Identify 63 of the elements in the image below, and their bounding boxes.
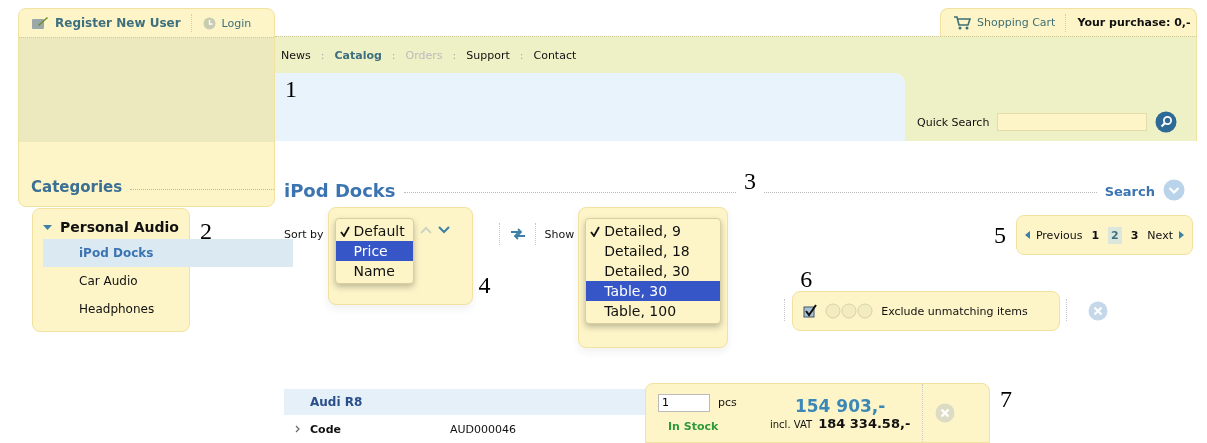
product-name[interactable]: Audi R8 xyxy=(310,395,363,409)
category-item[interactable]: iPod Docks xyxy=(43,239,293,267)
price: 154 903,- xyxy=(794,395,886,416)
annotation-number: 7 xyxy=(1000,387,1012,411)
table-cell-text: Code xyxy=(310,422,342,436)
clock-icon xyxy=(202,16,216,30)
chevron-down-icon[interactable] xyxy=(437,226,450,234)
notepad-pencil-icon xyxy=(31,16,49,30)
category-item[interactable]: Car Audio xyxy=(33,267,189,295)
menu-item[interactable]: Price xyxy=(335,241,413,261)
sort-label: Sort by xyxy=(284,228,324,241)
annotation-number: 3 xyxy=(744,169,757,193)
menu-item[interactable]: Detailed, 9 xyxy=(586,221,721,241)
register-link[interactable]: Register New User xyxy=(55,16,181,30)
cart-link[interactable]: Shopping Cart xyxy=(977,16,1056,29)
swap-arrows-icon[interactable] xyxy=(508,228,527,240)
chevron-right-icon[interactable] xyxy=(294,424,300,433)
filter-label: Exclude unmatching items xyxy=(881,304,1028,318)
unit-label: pcs xyxy=(718,396,737,409)
page-link[interactable]: 1 xyxy=(1088,226,1103,244)
purchase-total: Your purchase: 0,- xyxy=(1077,16,1191,29)
menu-item[interactable]: Default xyxy=(335,221,413,241)
table-cell: AUD000046 xyxy=(450,422,517,436)
checkbox[interactable] xyxy=(803,304,818,318)
quick-search-label: Quick Search xyxy=(917,116,990,131)
triangle-right-icon[interactable] xyxy=(1179,231,1184,239)
vat-price: 184 334.58,- xyxy=(818,415,911,431)
menu-item[interactable]: Name xyxy=(335,261,413,281)
previous-link[interactable]: Previous xyxy=(1035,228,1083,242)
vat-label: incl. VAT xyxy=(770,418,813,430)
nav-link[interactable]: Contact xyxy=(533,48,577,62)
stock-status: In Stock xyxy=(667,419,720,433)
nav-separator: : xyxy=(519,48,524,62)
cart-icon xyxy=(953,15,971,30)
annotation-number: 4 xyxy=(478,273,491,297)
annotation-number: 1 xyxy=(285,76,297,102)
menu-item[interactable]: Detailed, 18 xyxy=(586,241,721,261)
menu-item[interactable]: Detailed, 30 xyxy=(586,261,721,281)
nav-separator: : xyxy=(452,48,457,62)
show-label: Show xyxy=(544,228,575,241)
next-link[interactable]: Next xyxy=(1147,228,1173,242)
page-link[interactable]: 2 xyxy=(1108,226,1122,244)
nav-link[interactable]: Catalog xyxy=(334,48,382,62)
page-link[interactable]: 3 xyxy=(1127,226,1142,244)
login-link[interactable]: Login xyxy=(221,16,252,30)
quantity-field[interactable]: 1 xyxy=(658,393,710,412)
page-heading: iPod Docks xyxy=(284,180,396,201)
annotation-number: 5 xyxy=(993,223,1006,247)
nav-separator: : xyxy=(391,48,396,62)
annotation-number: 6 xyxy=(800,267,814,291)
nav-link[interactable]: Support xyxy=(466,48,510,62)
nav-separator: : xyxy=(320,48,325,62)
search-icon[interactable] xyxy=(1155,111,1178,133)
triangle-down-icon[interactable] xyxy=(43,223,52,231)
quick-search-field[interactable] xyxy=(997,113,1148,131)
menu-item[interactable]: Table, 30 xyxy=(586,281,721,301)
triangle-left-icon[interactable] xyxy=(1024,231,1030,239)
category-item[interactable]: Personal Audio xyxy=(60,219,179,235)
menu-item[interactable]: Table, 100 xyxy=(586,301,721,321)
category-item[interactable]: Headphones xyxy=(33,295,189,323)
search-link[interactable]: Search xyxy=(1104,184,1155,201)
categories-title: Categories xyxy=(31,178,123,196)
nav-link[interactable]: News xyxy=(281,48,311,62)
